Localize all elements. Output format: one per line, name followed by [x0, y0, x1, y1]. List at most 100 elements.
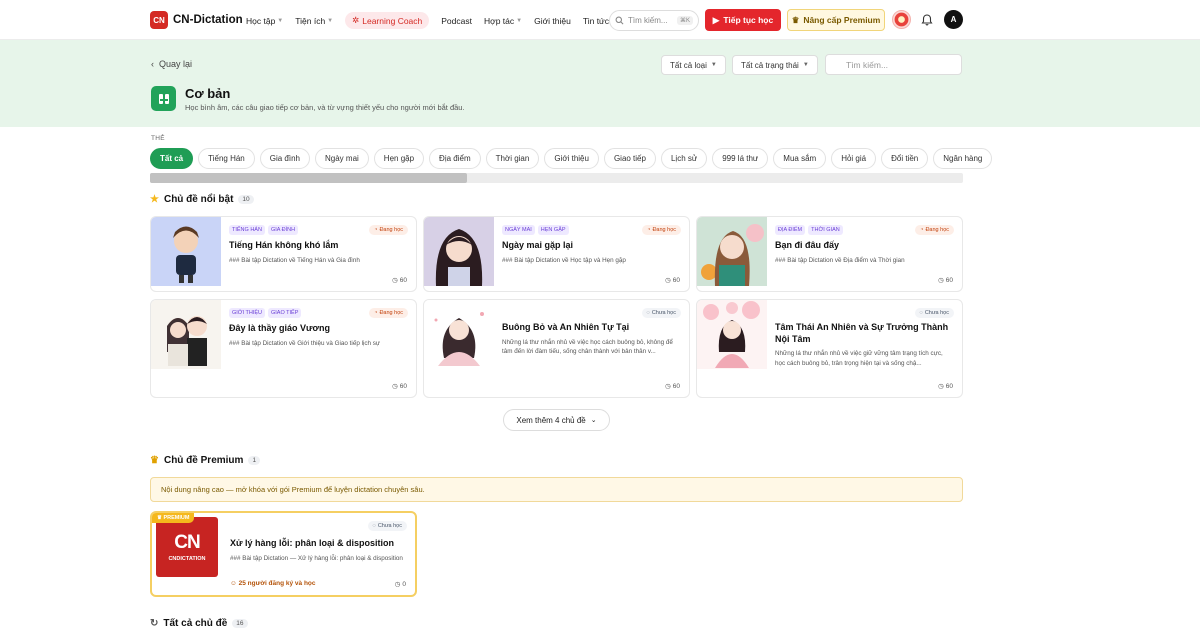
- tag-item[interactable]: Hỏi giá: [831, 148, 877, 169]
- topic-description: ### Bài tập Dictation về Học tập và Hẹn …: [502, 256, 626, 264]
- all-topics-section-title: ↻ Tất cả chủ đề 16: [150, 618, 248, 628]
- premium-notice: Nội dung nâng cao — mở khóa với gói Prem…: [150, 477, 963, 502]
- crown-icon: ♛: [791, 14, 800, 25]
- topic-description: ### Bài tập Dictation — Xử lý hàng lỗi: …: [230, 554, 403, 562]
- topic-thumbnail: [697, 300, 767, 369]
- page-description: Học bình âm, các câu giao tiếp cơ bản, v…: [185, 103, 465, 112]
- topic-thumbnail: CN CNDICTATION: [156, 517, 218, 577]
- tag-item[interactable]: Tiếng Hán: [198, 148, 255, 169]
- tag-item[interactable]: 999 lá thư: [712, 148, 769, 169]
- topic-thumbnail: [151, 300, 221, 369]
- tag-item[interactable]: Ngân hàng: [933, 148, 993, 169]
- tag-item[interactable]: Ngày mai: [315, 148, 369, 169]
- tag-item[interactable]: Lịch sử: [660, 148, 708, 169]
- bell-icon[interactable]: [920, 13, 934, 27]
- clock-icon: ◷: [938, 383, 944, 390]
- featured-count: 10: [238, 195, 254, 204]
- global-search[interactable]: Tìm kiếm... ⌘K: [609, 10, 699, 31]
- topic-thumbnail: [697, 217, 767, 286]
- circle-dashed-icon: ◌: [646, 310, 650, 316]
- status-badge: ◔ Đang học: [369, 225, 408, 235]
- topic-chip: THỜI GIAN: [808, 225, 843, 235]
- tag-item[interactable]: Giao tiếp: [603, 148, 656, 169]
- clock-icon: ◷: [392, 277, 398, 284]
- topic-description: Những lá thư nhắn nhủ về việc học cách b…: [502, 338, 673, 356]
- topic-card[interactable]: Tâm Thái An Nhiên và Sự Trưởng Thành Nội…: [696, 299, 963, 398]
- premium-section-title: ♛ Chủ đề Premium 1: [150, 455, 261, 466]
- category-hero: [0, 40, 1200, 127]
- continue-learning-button[interactable]: ▶ Tiếp tục học: [705, 9, 781, 31]
- featured-section-title: ★ Chủ đề nổi bật 10: [150, 194, 254, 205]
- tag-item[interactable]: Địa điểm: [429, 148, 481, 169]
- logo-mark: CN: [150, 11, 168, 29]
- nav-gioi-thieu[interactable]: Giới thiệu: [534, 16, 571, 26]
- nav-hop-tac[interactable]: Hợp tác ▼: [484, 16, 522, 26]
- sparkle-icon: ✲: [352, 15, 360, 25]
- tags-scrollbar-thumb[interactable]: [150, 173, 467, 183]
- topic-card[interactable]: ĐỊA ĐIỂM THỜI GIAN Bạn đi đâu đấy ### Bà…: [696, 216, 963, 292]
- tag-item[interactable]: Đổi tiền: [881, 148, 929, 169]
- nav-podcast[interactable]: Podcast: [441, 16, 472, 26]
- topic-description: ### Bài tập Dictation về Giới thiệu và G…: [229, 339, 381, 347]
- premium-count: 1: [248, 456, 261, 465]
- topic-title: Ngày mai gặp lại: [502, 240, 574, 250]
- chevron-down-icon: ▼: [277, 17, 284, 24]
- flower-icon[interactable]: [892, 10, 911, 29]
- nav-learning-coach[interactable]: ✲ Learning Coach: [345, 12, 430, 29]
- nav-tien-ich[interactable]: Tiện ích ▼: [295, 16, 333, 26]
- chevron-down-icon: ▼: [516, 17, 523, 24]
- thumb-brand-text: CNDICTATION: [168, 556, 206, 562]
- nav-hoc-tap[interactable]: Học tập ▼: [246, 16, 283, 26]
- top-navbar: CN CN-Dictation Học tập ▼ Tiện ích ▼ ✲ Lear…: [0, 0, 1200, 40]
- topic-description: ### Bài tập Dictation về Tiếng Hán và Gi…: [229, 256, 360, 264]
- user-avatar[interactable]: A: [944, 10, 963, 29]
- play-icon: ▶: [712, 14, 720, 25]
- topic-chip: HẸN GẶP: [537, 225, 569, 235]
- show-more-button[interactable]: Xem thêm 4 chủ đề ⌄: [503, 409, 610, 431]
- tag-item[interactable]: Giới thiệu: [544, 148, 599, 169]
- premium-topic-card[interactable]: ♛ PREMIUM CN CNDICTATION Xử lý hàng lỗi:…: [150, 511, 417, 597]
- status-badge: ◌ Chưa học: [367, 521, 407, 531]
- book-icon: [158, 93, 169, 104]
- topic-title: Buông Bỏ và An Nhiên Tự Tại: [502, 322, 630, 332]
- status-badge: ◔ Đang học: [369, 308, 408, 318]
- enrolled-count: ☺ 25 người đăng ký và học: [230, 580, 316, 587]
- chevron-down-icon: ▼: [710, 62, 717, 68]
- tag-item[interactable]: Mua sắm: [773, 148, 827, 169]
- topic-chip: GIAO TIẾP: [267, 308, 302, 318]
- tags-label: THẺ: [151, 135, 165, 142]
- type-filter-select[interactable]: Tất cả loại ▼: [661, 55, 726, 75]
- topic-title: Bạn đi đâu đấy: [775, 240, 840, 250]
- tag-item[interactable]: Thời gian: [485, 148, 540, 169]
- all-topics-count: 16: [232, 619, 248, 628]
- nav-tin-tuc[interactable]: Tin tức: [583, 16, 609, 26]
- topic-title: Tâm Thái An Nhiên và Sự Trưởng Thành Nội…: [775, 322, 949, 344]
- upgrade-premium-button[interactable]: ♛ Nâng cấp Premium: [787, 9, 885, 31]
- topic-card[interactable]: GIỚI THIỆU GIAO TIẾP Đây là thầy giáo Vư…: [150, 299, 417, 398]
- circle-dashed-icon: ◌: [372, 523, 376, 529]
- topic-description: ### Bài tập Dictation về Địa điểm và Thờ…: [775, 256, 905, 264]
- progress-icon: ◔: [647, 227, 651, 233]
- tag-all[interactable]: Tất cả: [150, 148, 194, 169]
- topic-description: Những lá thư nhắn nhủ về việc giữ vững t…: [775, 350, 943, 368]
- topic-card[interactable]: NGÀY MAI HẸN GẶP Ngày mai gặp lại ### Bà…: [423, 216, 690, 292]
- lesson-count: ◷ 60: [392, 276, 407, 285]
- topic-card[interactable]: Buông Bỏ và An Nhiên Tự Tại Những lá thư…: [423, 299, 690, 398]
- status-filter-select[interactable]: Tất cả trạng thái ▼: [732, 55, 818, 75]
- topic-chip: NGÀY MAI: [502, 225, 535, 235]
- premium-badge: ♛ PREMIUM: [152, 513, 195, 523]
- tag-item[interactable]: Hẹn gặp: [373, 148, 425, 169]
- users-icon: ☺: [230, 580, 237, 587]
- lesson-count: ◷ 60: [938, 382, 953, 391]
- back-link[interactable]: ‹ Quay lại: [151, 59, 192, 69]
- brand-logo[interactable]: CN CN-Dictation: [150, 11, 243, 29]
- crown-icon: ♛: [157, 515, 162, 521]
- category-icon: [151, 86, 176, 111]
- tag-item[interactable]: Gia đình: [259, 148, 310, 169]
- lesson-count: ◷ 0: [394, 580, 406, 589]
- topic-search-input[interactable]: Tìm kiếm...: [825, 54, 962, 75]
- lesson-count: ◷ 60: [392, 382, 407, 391]
- topic-title: Tiếng Hán không khó lắm: [229, 240, 339, 250]
- crown-icon: ♛: [150, 455, 159, 466]
- topic-card[interactable]: TIẾNG HÁN GIA ĐÌNH Tiếng Hán không khó l…: [150, 216, 417, 292]
